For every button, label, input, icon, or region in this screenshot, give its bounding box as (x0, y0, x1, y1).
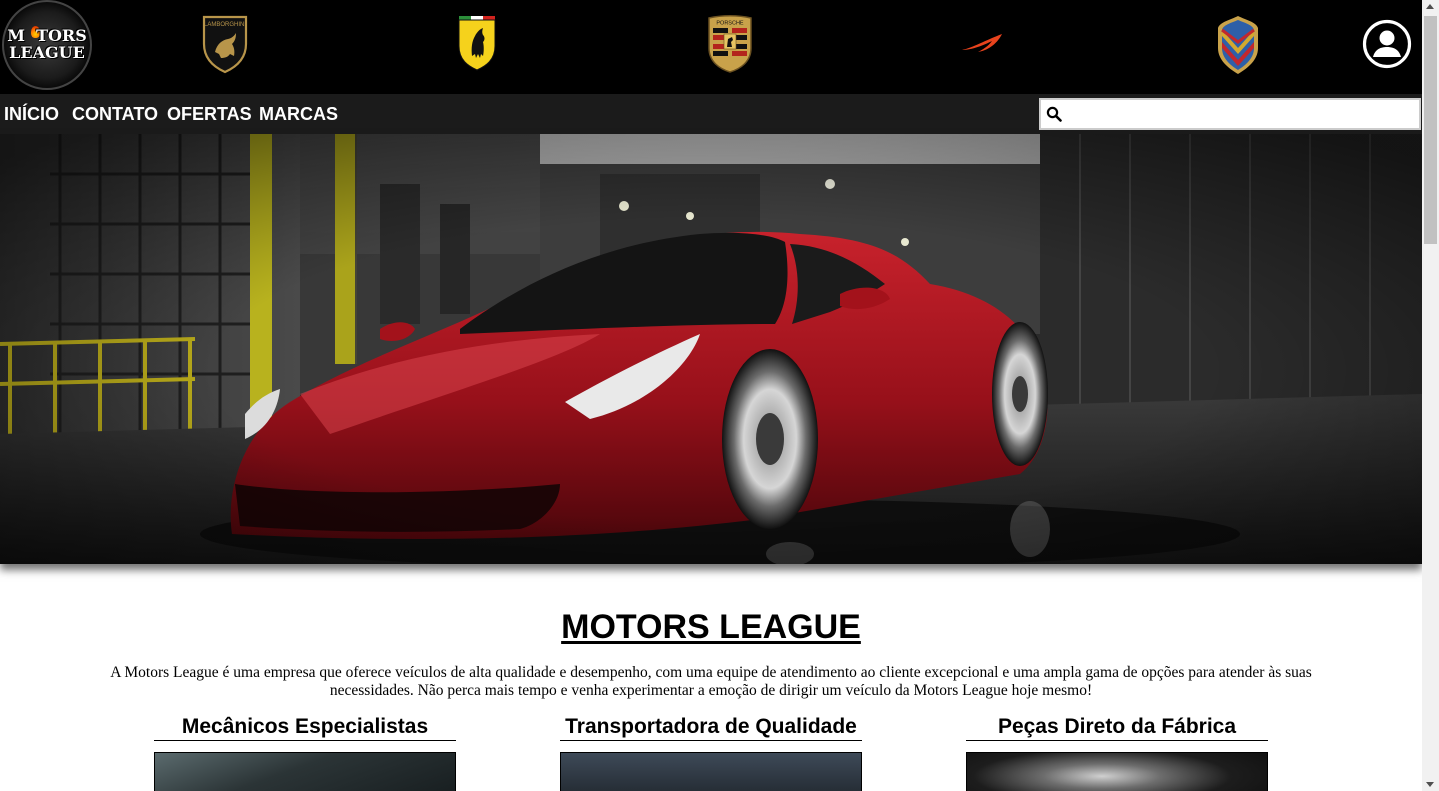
hero-car-image (0, 134, 1422, 564)
intro-paragraph: A Motors League é uma empresa que oferec… (110, 664, 1312, 699)
logo-text: M TORS LEAGUE (7, 26, 87, 62)
feature-title: Mecânicos Especialistas (154, 715, 456, 741)
feature-title: Peças Direto da Fábrica (966, 715, 1268, 741)
feature-card-pecas[interactable]: Peças Direto da Fábrica (966, 715, 1268, 791)
nav-item-ofertas[interactable]: OFERTAS (167, 104, 252, 124)
motors-league-logo[interactable]: M TORS LEAGUE (2, 0, 92, 90)
nav-item-inicio[interactable]: INÍCIO (4, 104, 59, 124)
search-input[interactable] (1067, 101, 1417, 127)
scrollbar-thumb[interactable] (1424, 16, 1437, 244)
feature-image (560, 752, 862, 791)
scroll-down-arrow-icon[interactable] (1426, 782, 1434, 787)
ferrari-logo[interactable] (456, 14, 498, 72)
vertical-scrollbar[interactable] (1422, 0, 1439, 791)
mclaren-logo[interactable] (958, 30, 1006, 56)
hero-banner (0, 134, 1422, 564)
feature-title: Transportadora de Qualidade (560, 715, 862, 741)
nav-item-marcas[interactable]: MARCAS (259, 104, 338, 124)
porsche-logo[interactable]: PORSCHE (706, 14, 754, 74)
lamborghini-logo[interactable]: LAMBORGHINI (200, 14, 250, 74)
feature-card-transportadora[interactable]: Transportadora de Qualidade (560, 715, 862, 791)
main-nav: INÍCIO CONTATO OFERTAS MARCAS (0, 94, 1422, 134)
scroll-up-arrow-icon[interactable] (1426, 4, 1434, 9)
user-circle-icon[interactable] (1362, 19, 1412, 69)
feature-image (966, 752, 1268, 791)
lamborghini-text: LAMBORGHINI (204, 22, 246, 28)
feature-image (154, 752, 456, 791)
brand-header: M TORS LEAGUE LAMBORGHINI PORSCHE (0, 0, 1422, 94)
search-bar[interactable] (1039, 98, 1421, 130)
feature-card-mecanicos[interactable]: Mecânicos Especialistas (154, 715, 456, 791)
page: M TORS LEAGUE LAMBORGHINI PORSCHE INÍCIO… (0, 0, 1422, 791)
page-title: MOTORS LEAGUE (561, 608, 861, 646)
search-icon[interactable] (1046, 106, 1062, 122)
koenigsegg-logo[interactable] (1216, 14, 1260, 76)
porsche-text: PORSCHE (716, 21, 744, 27)
nav-item-contato[interactable]: CONTATO (72, 104, 158, 124)
